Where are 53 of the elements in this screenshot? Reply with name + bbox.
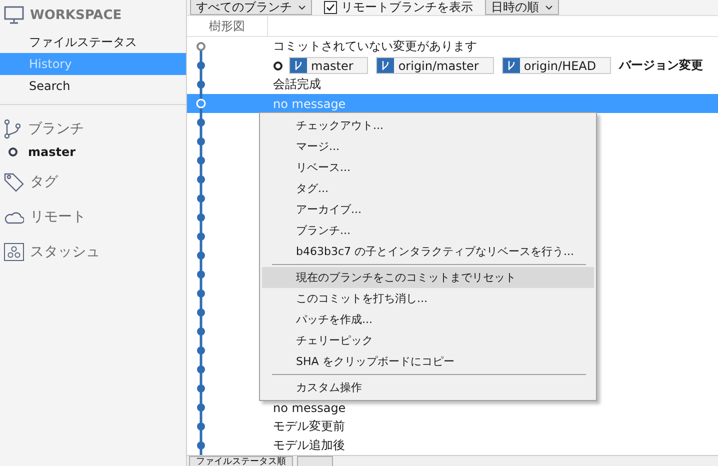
menu-item[interactable]: b463b3c7 の子とインタラクティブなリベースを行う... xyxy=(262,241,594,262)
menu-item[interactable]: タグ... xyxy=(262,178,594,199)
menu-item[interactable]: SHA をクリップボードにコピー xyxy=(262,351,594,372)
menu-item[interactable]: カスタム操作 xyxy=(262,377,594,398)
caret-icon xyxy=(298,4,306,10)
sort-button[interactable]: ファイルステータス順 xyxy=(189,456,293,466)
commit-message: 会話完成 xyxy=(273,76,321,93)
branch-filter-dropdown[interactable]: すべてのブランチ xyxy=(190,0,312,15)
branch-icon xyxy=(377,58,394,73)
menu-item[interactable]: 現在のブランチをこのコミットまでリセット xyxy=(262,267,594,288)
commit-message: コミットされていない変更があります xyxy=(273,38,477,55)
sidebar-item[interactable]: ファイルステータス xyxy=(0,31,186,53)
menu-item[interactable]: パッチを作成... xyxy=(262,309,594,330)
section-header[interactable]: タグ xyxy=(30,172,58,190)
column-header: 樹形図 xyxy=(187,16,268,36)
branch-label: origin/HEAD xyxy=(502,57,612,74)
menu-item[interactable]: チェックアウト... xyxy=(262,115,594,136)
commit-message: バージョン変更 xyxy=(619,57,704,74)
sidebar-item[interactable]: Search xyxy=(0,75,186,97)
section-header[interactable]: リモート xyxy=(30,208,86,226)
menu-item[interactable]: ブランチ... xyxy=(262,220,594,241)
section-header: WORKSPACE xyxy=(30,8,122,22)
menu-item[interactable]: チェリーピック xyxy=(262,330,594,351)
menu-item[interactable]: リベース... xyxy=(262,157,594,178)
stash-icon xyxy=(4,242,24,260)
cloud-icon xyxy=(4,210,24,224)
section-header[interactable]: ブランチ xyxy=(28,120,84,138)
caret-icon xyxy=(545,4,553,10)
branch-label: master xyxy=(289,57,368,74)
commit-row[interactable]: コミットされていない変更があります xyxy=(187,37,718,56)
tag-icon xyxy=(4,172,24,192)
section-header[interactable]: スタッシュ xyxy=(30,242,100,260)
commit-row[interactable]: 会話完成 xyxy=(187,75,718,94)
menu-item[interactable]: マージ... xyxy=(262,136,594,157)
branch-icon xyxy=(4,118,22,138)
menu-item[interactable]: このコミットを打ち消し... xyxy=(262,288,594,309)
branch-icon xyxy=(290,58,307,73)
commit-row[interactable]: モデル追加後 xyxy=(187,436,718,455)
sort-dropdown[interactable]: 日時の順 xyxy=(485,0,559,15)
menu-item[interactable]: アーカイブ... xyxy=(262,199,594,220)
commit-message: モデル追加後 xyxy=(273,437,345,454)
commit-message: no message xyxy=(273,400,346,414)
commit-row[interactable]: モデル変更前 xyxy=(187,417,718,436)
monitor-icon xyxy=(4,6,24,24)
commit-message: no message xyxy=(273,96,346,110)
commit-message: モデル変更前 xyxy=(273,418,345,435)
checkbox-label: リモートブランチを表示 xyxy=(341,0,473,16)
branch-label: origin/master xyxy=(376,57,494,74)
sidebar-item[interactable]: master xyxy=(28,145,76,159)
commit-row[interactable]: master origin/master origin/HEAD バージョン変更 xyxy=(187,56,718,75)
checkbox[interactable] xyxy=(324,1,337,14)
commit-row[interactable]: no message xyxy=(187,398,718,417)
branch-icon xyxy=(502,58,520,73)
